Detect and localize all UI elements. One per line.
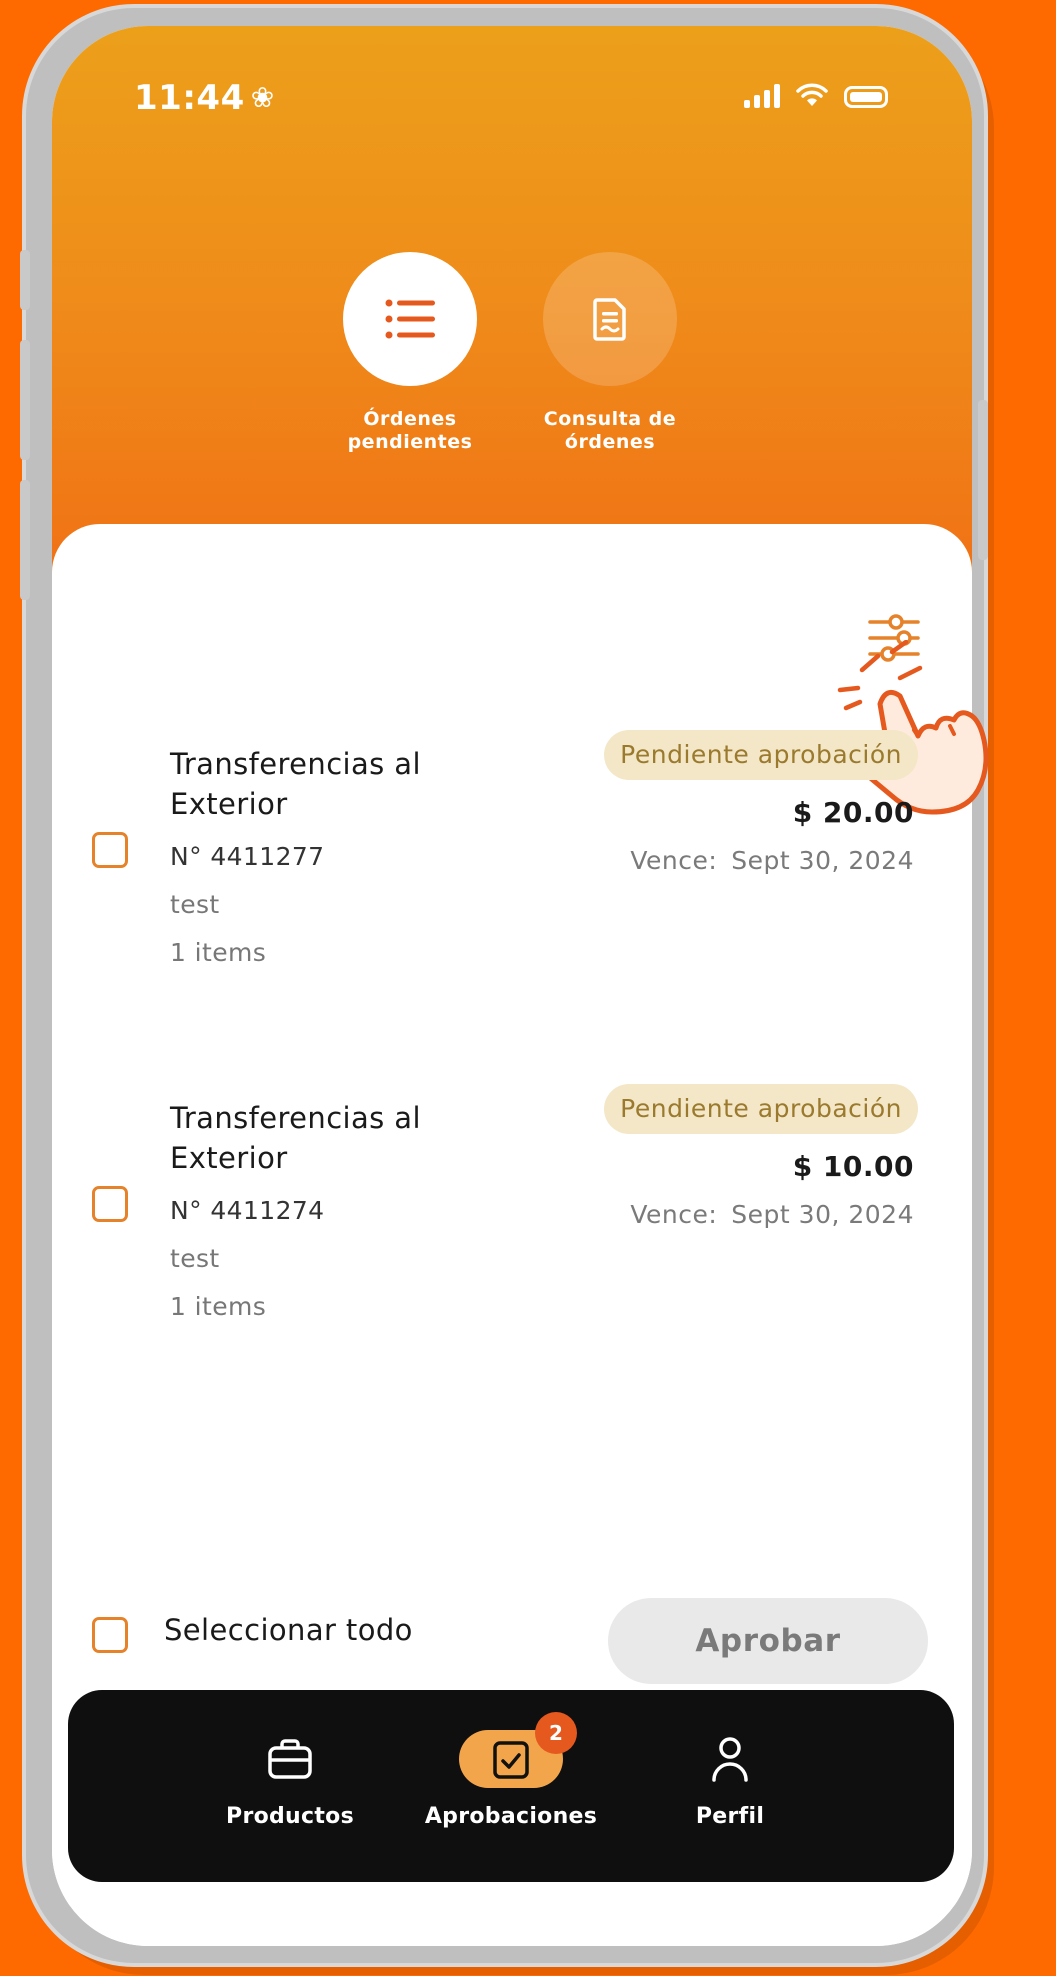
select-all-label: Seleccionar todo [164, 1613, 413, 1647]
battery-icon [844, 86, 888, 108]
due-label: Vence: [630, 846, 718, 875]
order-items: 1 items [170, 938, 267, 967]
order-title: Transferencias al Exterior [170, 1101, 421, 1175]
status-bar: 11:44 ❀ [52, 56, 972, 118]
order-number: N° 4411274 [170, 1196, 325, 1225]
due-date: Sept 30, 2024 [731, 1200, 914, 1229]
order-items: 1 items [170, 1292, 267, 1321]
briefcase-icon [268, 1739, 312, 1779]
approval-check-icon [493, 1741, 529, 1779]
wifi-icon [796, 83, 828, 106]
nav-label: Productos [226, 1804, 354, 1829]
due-label: Vence: [630, 1200, 718, 1229]
order-number: N° 4411277 [170, 842, 325, 871]
order-checkbox[interactable] [92, 832, 128, 868]
due-date: Sept 30, 2024 [731, 846, 914, 875]
tab-ordenes-pendientes-circle[interactable] [343, 252, 477, 386]
approve-button[interactable]: Aprobar [608, 1598, 928, 1684]
select-all-checkbox[interactable] [92, 1617, 128, 1653]
order-title: Transferencias al Exterior [170, 747, 421, 821]
status-icons [744, 82, 888, 108]
order-amount: $ 10.00 [792, 1150, 914, 1183]
flower-icon: ❀ [250, 81, 275, 114]
user-icon [712, 1737, 748, 1782]
signal-icon [744, 84, 780, 108]
tab-label: Consulta de órdenes [543, 408, 677, 453]
tab-label: Órdenes pendientes [347, 408, 473, 453]
order-due: Vence: Sept 30, 2024 [630, 1200, 914, 1229]
list-icon [385, 299, 435, 339]
phone-volume-button [20, 480, 30, 600]
tab-consulta-ordenes[interactable]: Consulta de órdenes [510, 252, 710, 454]
order-amount: $ 20.00 [792, 796, 914, 829]
status-badge: Pendiente aprobación [604, 1084, 918, 1134]
nav-item-aprobaciones[interactable]: 2 Aprobaciones [411, 1712, 611, 1829]
nav-label: Perfil [695, 1804, 765, 1829]
order-description: test [170, 890, 220, 919]
nav-item-productos[interactable]: Productos [190, 1730, 390, 1829]
status-time: 11:44 ❀ [134, 78, 275, 118]
nav-item-perfil[interactable]: Perfil [630, 1730, 830, 1829]
phone-side-button [20, 250, 30, 310]
order-due: Vence: Sept 30, 2024 [630, 846, 914, 875]
phone-volume-button [20, 340, 30, 460]
phone-power-button [978, 400, 988, 560]
nav-label: Aprobaciones [424, 1804, 598, 1829]
notification-badge: 2 [535, 1712, 577, 1754]
nav-active-pill[interactable]: 2 [459, 1712, 577, 1788]
order-description: test [170, 1244, 220, 1273]
order-checkbox[interactable] [92, 1186, 128, 1222]
document-icon [593, 298, 626, 341]
tab-consulta-ordenes-circle[interactable] [543, 252, 677, 386]
bottom-nav: Productos 2 Aprobaciones Perfil [68, 1690, 954, 1882]
status-badge: Pendiente aprobación [604, 730, 918, 780]
tab-ordenes-pendientes[interactable]: Órdenes pendientes [310, 252, 510, 454]
